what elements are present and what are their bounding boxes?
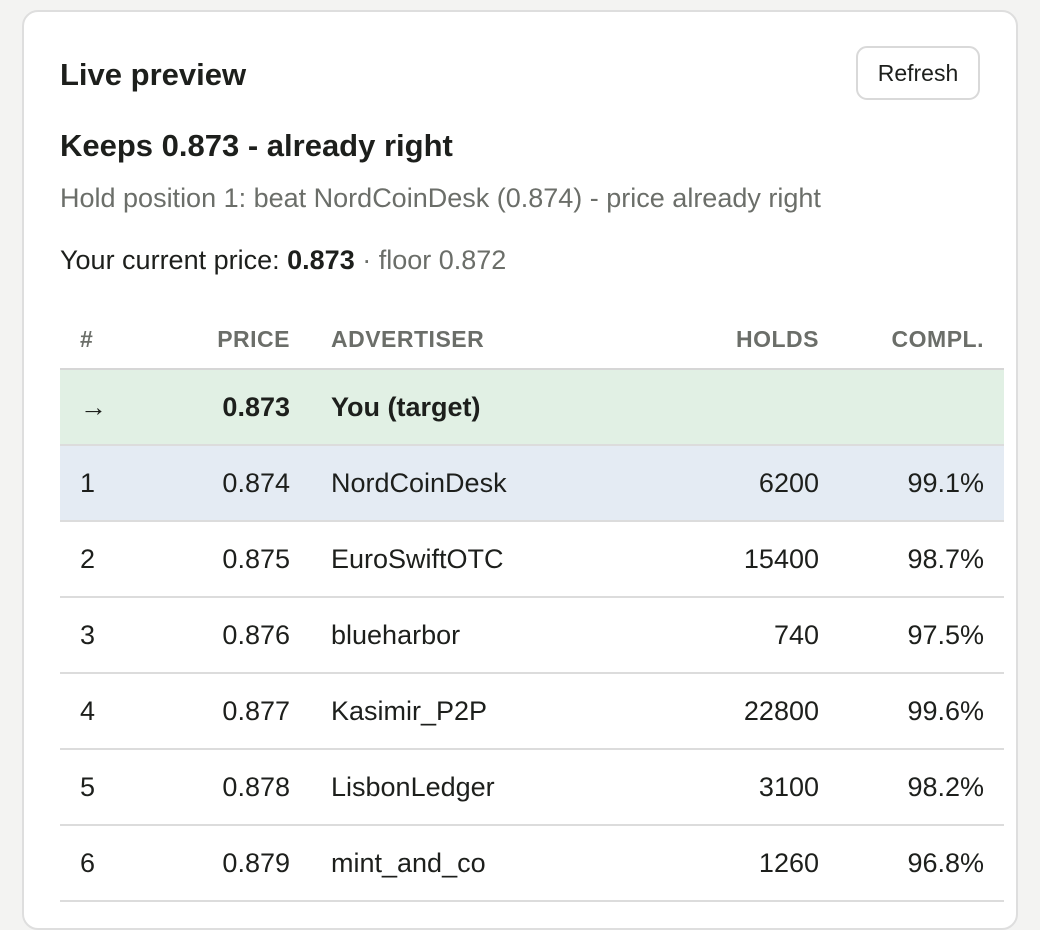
row-advertiser: EuroSwiftOTC bbox=[290, 521, 610, 598]
column-header-completion: COMPL. bbox=[819, 310, 1004, 370]
row-completion: 97.5% bbox=[819, 597, 1004, 674]
current-price-value: 0.873 bbox=[287, 245, 355, 275]
column-header-advertiser: ADVERTISER bbox=[290, 310, 610, 370]
refresh-button[interactable]: Refresh bbox=[856, 46, 980, 100]
row-completion: 99.1% bbox=[819, 445, 1004, 522]
row-advertiser: LisbonLedger bbox=[290, 749, 610, 826]
row-holds: 740 bbox=[610, 597, 819, 674]
floor-price: · floor 0.872 bbox=[362, 245, 507, 275]
row-completion: 98.7% bbox=[819, 521, 1004, 598]
row-advertiser: Kasimir_P2P bbox=[290, 673, 610, 750]
panel-header: Live preview Refresh bbox=[60, 46, 980, 102]
row-holds: 15400 bbox=[610, 521, 819, 598]
target-row: → 0.873 You (target) bbox=[60, 369, 1004, 446]
row-rank: 3 bbox=[60, 597, 180, 674]
target-arrow-icon: → bbox=[60, 369, 180, 446]
row-price: 0.877 bbox=[180, 673, 290, 750]
row-price: 0.879 bbox=[180, 825, 290, 902]
table-header-row: # PRICE ADVERTISER HOLDS COMPL. bbox=[60, 310, 1004, 370]
row-completion: 98.2% bbox=[819, 749, 1004, 826]
table-row: 5 0.878 LisbonLedger 3100 98.2% bbox=[60, 749, 1004, 826]
panel-title: Live preview bbox=[60, 57, 247, 92]
table-row: 1 0.874 NordCoinDesk 6200 99.1% bbox=[60, 445, 1004, 522]
row-holds: 22800 bbox=[610, 673, 819, 750]
current-price-label: Your current price: bbox=[60, 245, 280, 275]
target-advertiser: You (target) bbox=[290, 369, 610, 446]
table-row: 2 0.875 EuroSwiftOTC 15400 98.7% bbox=[60, 521, 1004, 598]
row-completion: 96.8% bbox=[819, 825, 1004, 902]
live-preview-panel: Live preview Refresh Keeps 0.873 - alrea… bbox=[22, 10, 1018, 930]
row-rank: 2 bbox=[60, 521, 180, 598]
row-advertiser: NordCoinDesk bbox=[290, 445, 610, 522]
target-price: 0.873 bbox=[180, 369, 290, 446]
row-holds: 1260 bbox=[610, 825, 819, 902]
table-row: 6 0.879 mint_and_co 1260 96.8% bbox=[60, 825, 1004, 902]
row-holds: 6200 bbox=[610, 445, 819, 522]
row-advertiser: mint_and_co bbox=[290, 825, 610, 902]
row-advertiser: blueharbor bbox=[290, 597, 610, 674]
column-header-price: PRICE bbox=[180, 310, 290, 370]
target-holds bbox=[610, 369, 819, 446]
result-headline: Keeps 0.873 - already right bbox=[60, 128, 453, 163]
row-price: 0.878 bbox=[180, 749, 290, 826]
row-price: 0.874 bbox=[180, 445, 290, 522]
row-rank: 5 bbox=[60, 749, 180, 826]
row-rank: 1 bbox=[60, 445, 180, 522]
row-rank: 4 bbox=[60, 673, 180, 750]
table-row: 4 0.877 Kasimir_P2P 22800 99.6% bbox=[60, 673, 1004, 750]
row-price: 0.875 bbox=[180, 521, 290, 598]
result-subtitle: Hold position 1: beat NordCoinDesk (0.87… bbox=[60, 183, 821, 213]
ranking-table: # PRICE ADVERTISER HOLDS COMPL. → 0.873 … bbox=[60, 310, 1004, 902]
row-completion: 99.6% bbox=[819, 673, 1004, 750]
table-row: 3 0.876 blueharbor 740 97.5% bbox=[60, 597, 1004, 674]
row-price: 0.876 bbox=[180, 597, 290, 674]
current-price-line: Your current price: 0.873 · floor 0.872 bbox=[60, 242, 506, 278]
column-header-holds: HOLDS bbox=[610, 310, 819, 370]
row-rank: 6 bbox=[60, 825, 180, 902]
row-holds: 3100 bbox=[610, 749, 819, 826]
column-header-rank: # bbox=[60, 310, 180, 370]
target-completion bbox=[819, 369, 1004, 446]
